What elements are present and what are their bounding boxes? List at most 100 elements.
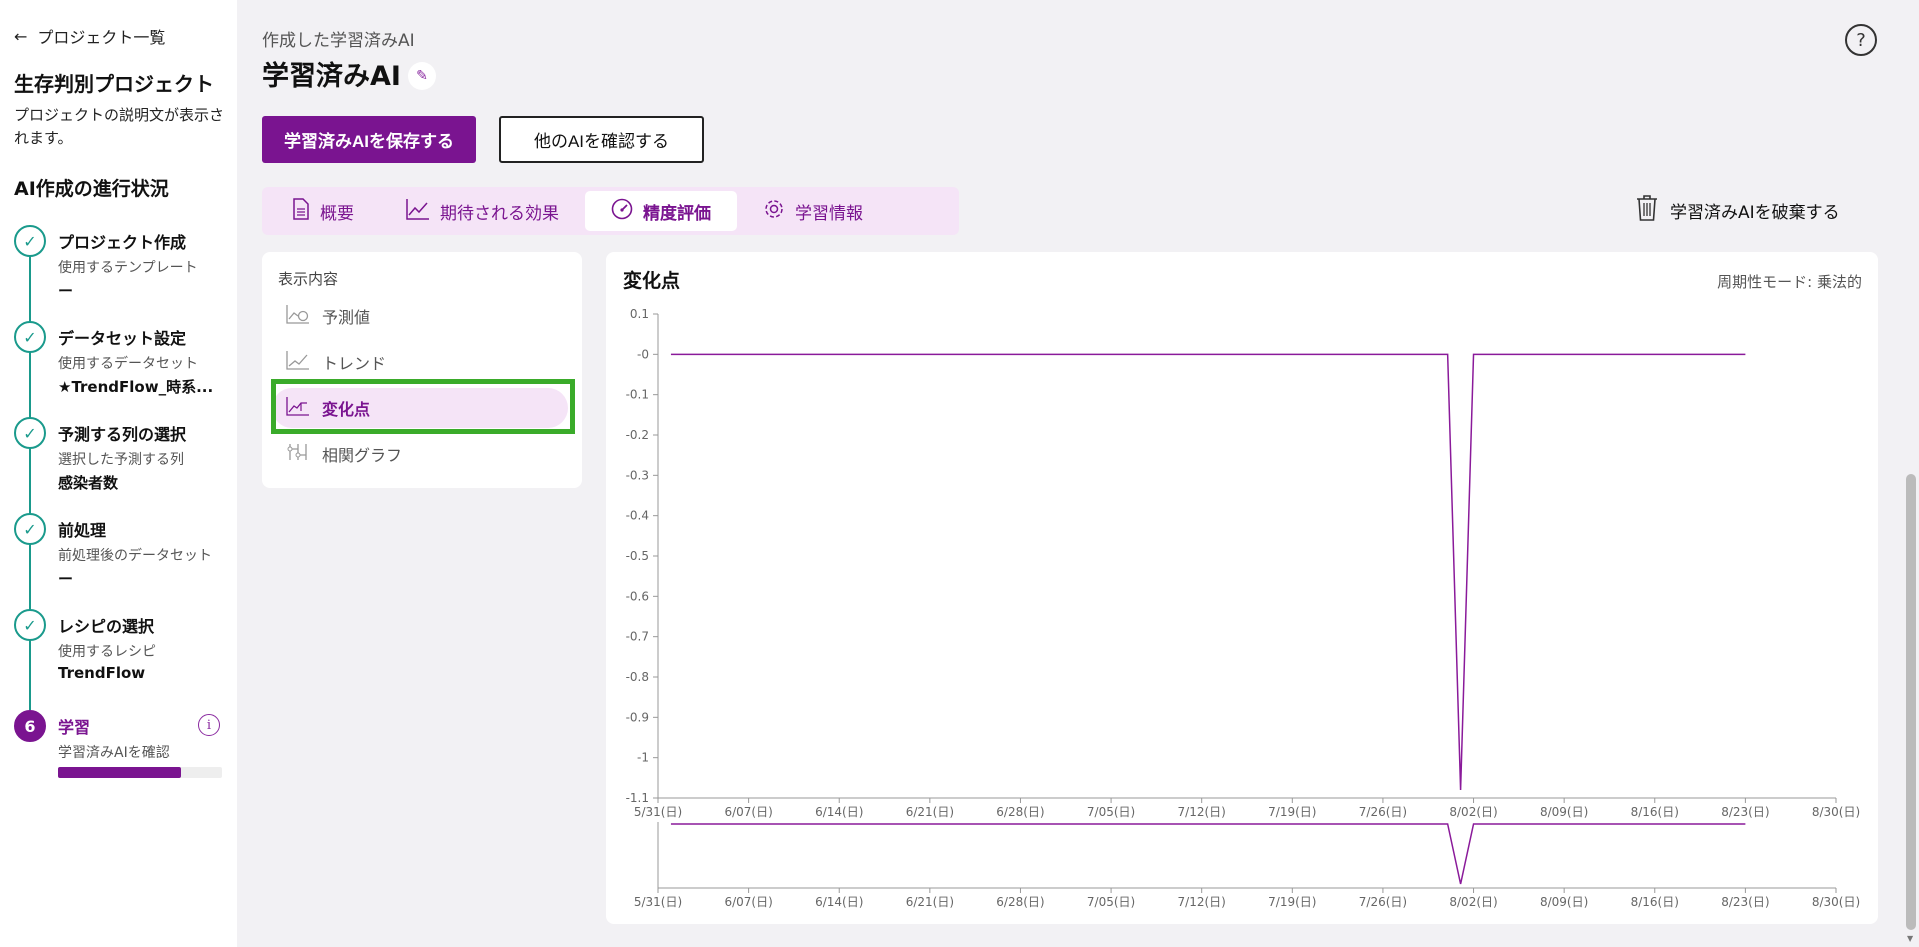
pencil-icon[interactable]: ✎ [408, 62, 436, 90]
x-tick-label: 6/21(日) [906, 805, 954, 819]
x-tick-label: 8/02(日) [1449, 805, 1497, 819]
y-tick-label: -1.1 [626, 791, 649, 805]
x-tick-label: 7/12(日) [1178, 805, 1226, 819]
y-tick-label: -1 [637, 751, 649, 765]
x-tick-label: 8/23(日) [1721, 805, 1769, 819]
step-value: 感染者数 [58, 474, 119, 492]
step-title: プロジェクト作成 [58, 233, 187, 252]
info-icon[interactable]: i [198, 714, 220, 736]
changepoint-chart-panel: 変化点 周期性モード: 乗法的 0.1 -0 -0.1 -0.2 -0.3 -0.4 -0.… [606, 252, 1878, 924]
x-tick-label-brush: 6/14(日) [815, 895, 863, 909]
x-tick-label-brush: 8/30(日) [1812, 895, 1860, 909]
y-tick-label: -0.4 [626, 509, 649, 523]
x-tick-label: 7/19(日) [1268, 805, 1316, 819]
x-tick-label-brush: 6/07(日) [724, 895, 772, 909]
x-tick-label: 6/28(日) [996, 805, 1044, 819]
check-icon: ✓ [14, 609, 46, 641]
x-tick-label-brush: 7/19(日) [1268, 895, 1316, 909]
changepoint-chart[interactable]: 0.1 -0 -0.1 -0.2 -0.3 -0.4 -0.5 -0.6 -0.7 -0.8 -0.… [606, 252, 1878, 924]
x-tick-label: 7/26(日) [1359, 805, 1407, 819]
step-value: ★TrendFlow_時系... [58, 378, 214, 396]
y-tick-label: -0.1 [626, 388, 649, 402]
x-tick-label-brush: 7/05(日) [1087, 895, 1135, 909]
step-subtitle: 前処理後のデータセット [58, 548, 212, 564]
view-other-ai-button[interactable]: 他のAIを確認する [499, 116, 704, 163]
step-title: 予測する列の選択 [58, 425, 187, 444]
tab-overview[interactable]: 概要 [266, 191, 380, 231]
check-icon: ✓ [14, 321, 46, 353]
menu-item-correlation[interactable]: 相関グラフ [272, 434, 568, 474]
y-tick-label: -0.2 [626, 428, 649, 442]
y-tick-label: -0.9 [626, 710, 649, 724]
tab-bar: 概要 期待される効果 精度評価 学習情報 [262, 187, 959, 235]
step-subtitle: 使用するテンプレート [58, 260, 198, 276]
x-tick-label-brush: 8/23(日) [1721, 895, 1769, 909]
tab-label: 学習情報 [795, 203, 863, 224]
step-subtitle: 学習済みAIを確認 [58, 745, 170, 761]
x-tick-label: 7/05(日) [1087, 805, 1135, 819]
y-tick-label: -0.7 [626, 630, 649, 644]
y-tick-label: -0 [637, 347, 649, 361]
tab-label: 精度評価 [643, 203, 711, 224]
tab-accuracy[interactable]: 精度評価 [585, 191, 737, 231]
menu-item-label: 予測値 [322, 308, 371, 327]
step-value: TrendFlow [58, 664, 146, 682]
panel-title: 表示内容 [278, 270, 339, 288]
trend-chart-icon [286, 350, 310, 374]
y-tick-label: -0.8 [626, 670, 649, 684]
x-tick-label-brush: 7/26(日) [1359, 895, 1407, 909]
x-tick-label-brush: 7/12(日) [1178, 895, 1226, 909]
menu-item-prediction[interactable]: 予測値 [272, 296, 568, 336]
tab-training-info[interactable]: 学習情報 [737, 191, 889, 231]
gauge-icon [611, 198, 633, 225]
y-tick-label: -0.6 [626, 589, 649, 603]
menu-item-trend[interactable]: トレンド [272, 342, 568, 382]
step-number: 6 [14, 710, 46, 742]
changepoint-series-line [670, 353, 1746, 790]
selection-highlight-box [271, 379, 575, 434]
x-tick-label-brush: 8/09(日) [1540, 895, 1588, 909]
sidebar: ← プロジェクト一覧 生存判別プロジェクト プロジェクトの説明文が表示されます。… [0, 0, 237, 947]
arrow-left-icon: ← [14, 26, 28, 46]
step-subtitle: 使用するデータセット [58, 356, 198, 372]
tab-label: 期待される効果 [440, 203, 559, 224]
discard-label: 学習済みAIを破棄する [1670, 203, 1840, 223]
step-title: 学習 [58, 718, 91, 737]
scrollbar-thumb[interactable] [1906, 474, 1916, 930]
line-chart-icon [406, 198, 430, 225]
discard-ai-button[interactable]: 学習済みAIを破棄する [1636, 194, 1840, 227]
x-tick-label: 8/09(日) [1540, 805, 1588, 819]
x-tick-label-brush: 6/21(日) [906, 895, 954, 909]
scroll-down-icon[interactable]: ▼ [1907, 934, 1913, 943]
check-icon: ✓ [14, 225, 46, 257]
page-scrollbar[interactable]: ▼ [1903, 0, 1919, 947]
chart-clock-icon [286, 304, 310, 328]
check-icon: ✓ [14, 513, 46, 545]
x-tick-label-brush: 5/31(日) [634, 895, 682, 909]
progress-title: AI作成の進行状況 [14, 178, 169, 200]
tab-label: 概要 [320, 203, 354, 224]
help-icon[interactable]: ? [1845, 24, 1877, 56]
x-tick-label: 5/31(日) [634, 805, 682, 819]
brush-series-line [670, 823, 1746, 885]
back-to-projects-link[interactable]: ← プロジェクト一覧 [14, 24, 165, 48]
back-label: プロジェクト一覧 [37, 28, 166, 47]
step-value: ー [58, 282, 74, 300]
training-progress-bar [58, 767, 222, 778]
menu-item-label: トレンド [322, 354, 387, 373]
step-title: レシピの選択 [58, 617, 155, 636]
tab-expected-effect[interactable]: 期待される効果 [380, 191, 585, 231]
project-title: 生存判別プロジェクト [14, 72, 214, 96]
save-ai-button[interactable]: 学習済みAIを保存する [262, 116, 476, 163]
step-value: ー [58, 570, 74, 588]
trash-icon [1636, 194, 1658, 227]
project-description: プロジェクトの説明文が表示されます。 [14, 106, 225, 147]
y-tick-label: -0.3 [626, 468, 649, 482]
menu-item-label: 相関グラフ [322, 446, 403, 465]
x-tick-label-brush: 8/16(日) [1631, 895, 1679, 909]
step-title: データセット設定 [58, 329, 187, 348]
display-content-panel: 表示内容 予測値 トレンド 変化点 相関グラフ [262, 252, 582, 488]
step-subtitle: 選択した予測する列 [58, 452, 184, 468]
x-tick-label-brush: 8/02(日) [1449, 895, 1497, 909]
x-tick-label-brush: 6/28(日) [996, 895, 1044, 909]
